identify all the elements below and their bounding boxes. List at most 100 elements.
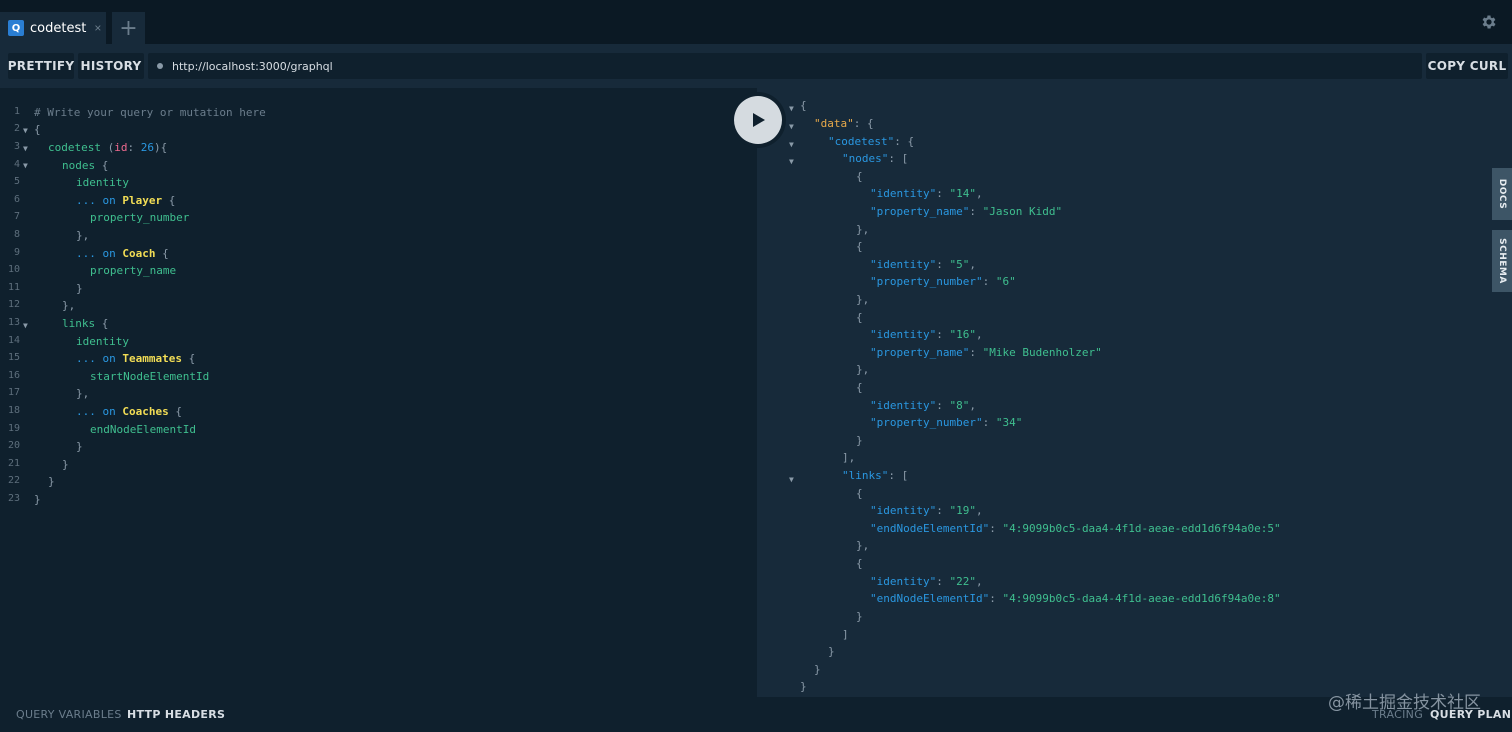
json-line: { xyxy=(856,240,863,253)
gear-icon[interactable] xyxy=(1480,13,1498,31)
json-line: "property_number": "34" xyxy=(870,416,1023,429)
code-line: }, xyxy=(76,229,90,242)
status-dot-icon xyxy=(157,63,163,69)
http-headers-tab[interactable]: HTTP HEADERS xyxy=(127,708,225,721)
tab-codetest[interactable]: Q codetest × xyxy=(0,12,106,44)
line-number: 16 xyxy=(7,370,20,381)
prettify-button[interactable]: PRETTIFY xyxy=(8,53,74,79)
fold-arrow-icon[interactable]: ▼ xyxy=(789,136,794,153)
json-line: { xyxy=(856,311,863,324)
json-line: "property_name": "Mike Budenholzer" xyxy=(870,346,1102,359)
watermark: @稀土掘金技术社区 xyxy=(1328,693,1481,713)
json-line: ] xyxy=(842,628,849,641)
docs-tab-label: DOCS xyxy=(1497,178,1508,210)
line-number: 4 xyxy=(13,159,20,170)
code-line: identity xyxy=(76,176,129,189)
code-line: } xyxy=(76,440,83,453)
query-variables-tab[interactable]: QUERY VARIABLES xyxy=(16,708,122,721)
code-line: property_number xyxy=(90,211,190,224)
tab-bar: Q codetest × + xyxy=(0,0,1512,44)
fold-arrow-icon[interactable]: ▼ xyxy=(789,153,794,170)
json-line: }, xyxy=(856,363,870,376)
json-line: "property_number": "6" xyxy=(870,275,1016,288)
copy-curl-button[interactable]: COPY CURL xyxy=(1426,53,1508,79)
line-number: 9 xyxy=(13,247,20,258)
code-line: } xyxy=(62,458,69,471)
json-line: "identity": "19", xyxy=(870,504,983,517)
json-line: } xyxy=(814,663,821,676)
json-line: }, xyxy=(856,539,870,552)
json-line: { xyxy=(800,99,807,112)
history-button[interactable]: HISTORY xyxy=(78,53,144,79)
code-line: } xyxy=(48,475,55,488)
fold-arrow-icon[interactable]: ▼ xyxy=(23,122,28,139)
toolbar: PRETTIFY HISTORY http://localhost:3000/g… xyxy=(0,44,1512,88)
json-line: } xyxy=(828,645,835,658)
json-line: "identity": "5", xyxy=(870,258,976,271)
json-line: { xyxy=(856,557,863,570)
line-number: 19 xyxy=(7,423,20,434)
json-line: "links": [ xyxy=(842,469,909,482)
line-number: 7 xyxy=(13,211,20,222)
json-line: "property_name": "Jason Kidd" xyxy=(870,205,1063,218)
close-icon[interactable]: × xyxy=(94,21,101,35)
json-line: } xyxy=(856,610,863,623)
line-number: 14 xyxy=(7,335,20,346)
code-line: }, xyxy=(62,299,76,312)
json-line: ], xyxy=(842,451,856,464)
bottom-bar: QUERY VARIABLES HTTP HEADERS TRACING QUE… xyxy=(0,697,1512,732)
line-number: 3 xyxy=(13,141,20,152)
json-line: "identity": "8", xyxy=(870,399,976,412)
fold-arrow-icon[interactable]: ▼ xyxy=(789,100,794,117)
json-line: }, xyxy=(856,223,870,236)
json-line: } xyxy=(856,434,863,447)
execute-query-button[interactable] xyxy=(734,96,782,144)
line-number: 2 xyxy=(13,123,20,134)
result-viewer: ▼ ▼ ▼ ▼ ▼ { "data": { "codetest": { "nod… xyxy=(757,88,1512,697)
code-line: { xyxy=(34,123,41,136)
line-number: 17 xyxy=(7,387,20,398)
code-line: } xyxy=(34,493,41,506)
code-line: nodes { xyxy=(62,159,109,172)
line-number: 8 xyxy=(13,229,20,240)
line-number: 1 xyxy=(13,106,20,117)
code-line: } xyxy=(76,282,83,295)
endpoint-url-input[interactable]: http://localhost:3000/graphql xyxy=(148,53,1422,79)
line-number: 6 xyxy=(13,194,20,205)
json-line: { xyxy=(856,487,863,500)
fold-arrow-icon[interactable]: ▼ xyxy=(789,118,794,135)
json-line: "codetest": { xyxy=(828,135,915,148)
tab-label: codetest xyxy=(30,20,87,36)
add-tab-button[interactable]: + xyxy=(112,12,145,44)
play-icon xyxy=(753,113,765,127)
docs-tab[interactable]: DOCS xyxy=(1492,168,1512,220)
code-line: # Write your query or mutation here xyxy=(34,106,266,119)
line-number: 11 xyxy=(7,282,20,293)
code-line: property_name xyxy=(90,264,177,277)
line-number: 5 xyxy=(13,176,20,187)
query-editor[interactable]: 1 2 3 4 5 6 7 8 9 10 11 12 13 14 15 16 17 18 19 20 21 22 23 ▼ … xyxy=(0,88,757,697)
line-number: 20 xyxy=(7,440,20,451)
code-line: ... on Coach { xyxy=(76,247,169,260)
code-line: ... on Player { xyxy=(76,194,176,207)
line-number: 23 xyxy=(7,493,20,504)
line-number: 21 xyxy=(7,458,20,469)
code-line: codetest (id: 26){ xyxy=(48,141,168,154)
line-number: 10 xyxy=(7,264,20,275)
fold-arrow-icon[interactable]: ▼ xyxy=(789,471,794,488)
code-line: ... on Coaches { xyxy=(76,405,182,418)
json-line: } xyxy=(800,680,807,693)
schema-tab[interactable]: SCHEMA xyxy=(1492,230,1512,292)
json-line: "identity": "16", xyxy=(870,328,983,341)
fold-arrow-icon[interactable]: ▼ xyxy=(23,157,28,174)
line-number: 18 xyxy=(7,405,20,416)
fold-arrow-icon[interactable]: ▼ xyxy=(23,317,28,334)
code-line: ... on Teammates { xyxy=(76,352,196,365)
fold-arrow-icon[interactable]: ▼ xyxy=(23,140,28,157)
json-line: "endNodeElementId": "4:9099b0c5-daa4-4f1… xyxy=(870,522,1281,535)
endpoint-url-text: http://localhost:3000/graphql xyxy=(172,59,333,73)
code-line: identity xyxy=(76,335,129,348)
code-line: links { xyxy=(62,317,109,330)
json-line: "nodes": [ xyxy=(842,152,909,165)
line-number: 22 xyxy=(7,475,20,486)
